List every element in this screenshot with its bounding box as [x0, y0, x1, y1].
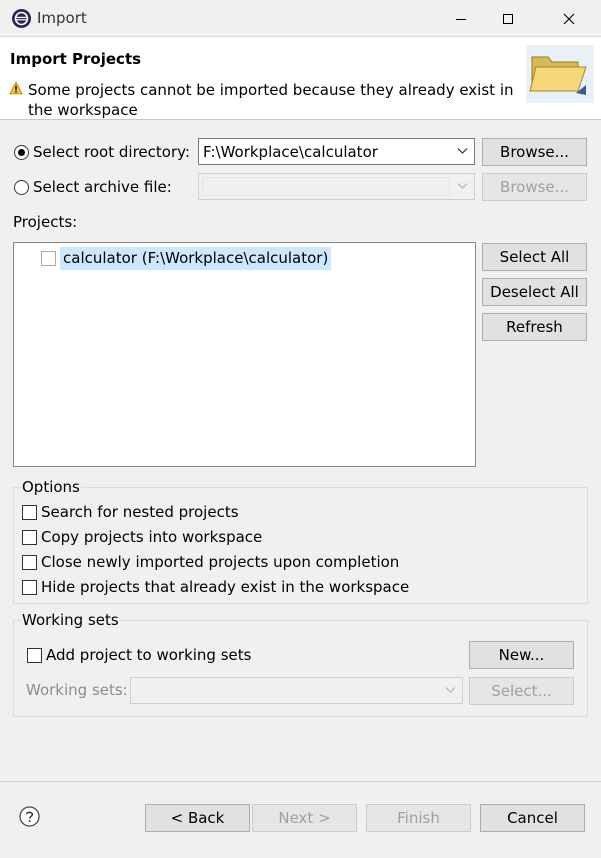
browse-directory-button[interactable]: Browse... [482, 138, 587, 166]
eclipse-app-icon [11, 8, 32, 29]
warning-icon [9, 81, 23, 95]
close-imported-label: Close newly imported projects upon compl… [41, 553, 400, 571]
root-directory-value: F:\Workplace\calculator [203, 143, 378, 161]
archive-file-field [202, 177, 450, 196]
list-item[interactable]: calculator (F:\Workplace\calculator) [14, 247, 475, 271]
select-working-sets-button[interactable]: Select... [469, 677, 574, 705]
minimize-button[interactable] [438, 0, 484, 37]
projects-label: Projects: [13, 213, 78, 231]
working-sets-combo[interactable] [130, 677, 463, 704]
project-checkbox[interactable] [41, 251, 56, 266]
add-to-working-sets-label: Add project to working sets [46, 646, 252, 664]
chevron-down-icon [457, 148, 468, 154]
close-button[interactable] [546, 0, 592, 37]
working-sets-label: Working sets: [26, 681, 128, 699]
chevron-down-icon [445, 687, 456, 693]
working-sets-title: Working sets [21, 611, 120, 629]
folder-graphic [524, 43, 596, 105]
archive-file-combo[interactable] [198, 173, 475, 200]
new-working-set-button[interactable]: New... [469, 641, 574, 669]
close-icon [563, 13, 575, 24]
add-to-working-sets-checkbox[interactable] [27, 648, 42, 663]
warning-message: Some projects cannot be imported because… [28, 81, 514, 119]
window-title: Import [37, 9, 87, 27]
select-root-directory-label: Select root directory: [33, 143, 190, 161]
browse-archive-button[interactable]: Browse... [482, 173, 587, 201]
finish-button[interactable]: Finish [366, 804, 471, 832]
wizard-header: Import Projects Some projects cannot be … [0, 37, 601, 120]
select-archive-file-label: Select archive file: [33, 178, 172, 196]
copy-projects-checkbox[interactable] [22, 530, 37, 545]
close-imported-checkbox[interactable] [22, 555, 37, 570]
hide-existing-checkbox[interactable] [22, 580, 37, 595]
select-archive-file-radio[interactable] [14, 180, 29, 195]
refresh-button[interactable]: Refresh [482, 313, 587, 341]
copy-projects-label: Copy projects into workspace [41, 528, 263, 546]
select-all-button[interactable]: Select All [482, 243, 587, 271]
deselect-all-button[interactable]: Deselect All [482, 278, 587, 306]
maximize-button[interactable] [485, 0, 531, 37]
projects-list[interactable]: calculator (F:\Workplace\calculator) [13, 242, 476, 467]
page-title: Import Projects [10, 50, 142, 68]
cancel-button[interactable]: Cancel [480, 804, 585, 832]
maximize-icon [503, 13, 513, 24]
hide-existing-label: Hide projects that already exist in the … [41, 578, 410, 596]
minimize-icon [456, 18, 466, 20]
footer-divider [0, 781, 601, 782]
chevron-down-icon [457, 183, 468, 189]
project-label: calculator (F:\Workplace\calculator) [60, 247, 332, 270]
help-icon[interactable] [19, 806, 40, 827]
back-button[interactable]: < Back [145, 804, 250, 832]
title-bar: Import [0, 0, 601, 37]
options-title: Options [21, 478, 81, 496]
next-button[interactable]: Next > [252, 804, 357, 832]
search-nested-checkbox[interactable] [22, 505, 37, 520]
select-root-directory-radio[interactable] [14, 145, 29, 160]
root-directory-combo[interactable]: F:\Workplace\calculator [198, 138, 475, 165]
search-nested-label: Search for nested projects [41, 503, 239, 521]
